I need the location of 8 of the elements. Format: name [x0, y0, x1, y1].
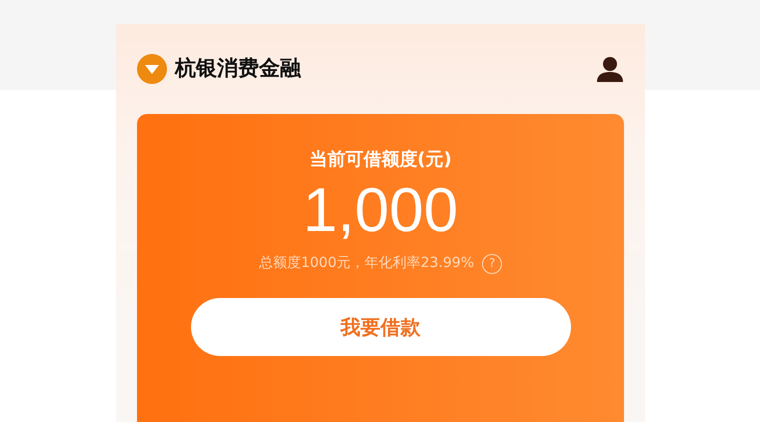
user-icon[interactable]	[596, 56, 624, 82]
logo-icon	[137, 54, 167, 84]
credit-label: 当前可借额度(元)	[309, 148, 452, 172]
borrow-button[interactable]: 我要借款	[190, 298, 570, 356]
help-icon[interactable]: ?	[482, 254, 502, 274]
credit-amount: 1,000	[302, 177, 458, 246]
app-title: 杭银消费金融	[175, 55, 301, 82]
rate-summary: 总额度1000元，年化利率23.99%	[258, 254, 474, 274]
